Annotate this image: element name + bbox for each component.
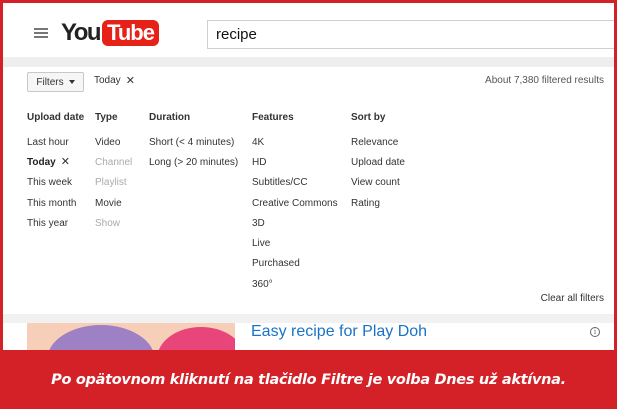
sort-option-view-count[interactable]: View count (351, 173, 405, 193)
filter-bar: Filters Today ✕ About 7,380 filtered res… (3, 67, 614, 97)
filter-option-channel: Channel (95, 156, 133, 168)
sort-option-relevance[interactable]: Relevance (351, 132, 405, 152)
filter-column-heading: Duration (149, 112, 191, 123)
filter-option-short[interactable]: Short (< 4 minutes) (149, 132, 238, 152)
sort-option-upload-date[interactable]: Upload date (351, 152, 405, 172)
filter-option-show: Show (95, 217, 121, 229)
active-filter-chip[interactable]: Today ✕ (94, 75, 135, 86)
filter-column-heading: Type (95, 112, 118, 123)
filter-option-subtitles[interactable]: Subtitles/CC (252, 173, 338, 193)
search-input[interactable] (207, 20, 614, 49)
filter-option-movie[interactable]: Movie (95, 193, 132, 213)
filter-option-video[interactable]: Video (95, 132, 132, 152)
filter-column-upload-date: Upload date Last hour Today ✕ This week T… (27, 112, 84, 233)
caret-down-icon (68, 80, 75, 84)
filter-column-duration: Duration Short (< 4 minutes) Long (> 20 … (149, 112, 238, 173)
filters-button-label: Filters (36, 76, 64, 88)
filter-option-playlist: Playlist (95, 177, 127, 189)
filter-column-type: Type Video Channel Playlist Movie Show (95, 112, 132, 233)
caption-banner: Po opätovnom kliknutí na tlačidlo Filtre… (0, 350, 617, 409)
video-title-link[interactable]: Easy recipe for Play Doh (251, 323, 427, 341)
filter-column-heading: Upload date (27, 112, 85, 123)
filters-button[interactable]: Filters (27, 72, 84, 92)
filter-option-live[interactable]: Live (252, 233, 338, 253)
filter-option-hd[interactable]: HD (252, 152, 338, 172)
masthead: You Tube (3, 3, 614, 57)
caption-text: Po opätovnom kliknutí na tlačidlo Filtre… (51, 371, 566, 388)
filter-option-long[interactable]: Long (> 20 minutes) (149, 152, 238, 172)
browser-frame: You Tube Filters Today ✕ About 7,380 fil… (0, 0, 617, 409)
filter-option-this-month[interactable]: This month (27, 193, 84, 213)
filter-option-this-year[interactable]: This year (27, 213, 84, 233)
filter-column-heading: Features (252, 112, 294, 123)
logo-tube-text: Tube (102, 20, 159, 46)
header-divider (3, 57, 614, 67)
results-count: About 7,380 filtered results (485, 75, 604, 86)
youtube-logo[interactable]: You Tube (61, 19, 159, 46)
active-filter-label: Today (94, 75, 121, 86)
filter-column-features: Features 4K HD Subtitles/CC Creative Com… (252, 112, 338, 294)
thumbnail-purple-dough (47, 325, 155, 353)
filter-option-3d[interactable]: 3D (252, 213, 338, 233)
filter-column-sort-by: Sort by Relevance Upload date View count… (351, 112, 405, 213)
video-thumbnail[interactable] (27, 323, 235, 353)
hamburger-menu-icon[interactable] (34, 28, 48, 38)
filter-option-4k[interactable]: 4K (252, 132, 338, 152)
close-icon[interactable]: ✕ (126, 75, 135, 86)
filter-option-purchased[interactable]: Purchased (252, 254, 338, 274)
filter-option-360[interactable]: 360° (252, 274, 338, 294)
info-icon[interactable]: i (590, 327, 600, 337)
close-icon[interactable]: ✕ (61, 157, 70, 168)
filter-option-this-week[interactable]: This week (27, 173, 84, 193)
filter-option-last-hour[interactable]: Last hour (27, 132, 84, 152)
filter-option-creative-commons[interactable]: Creative Commons (252, 193, 338, 213)
filter-option-today[interactable]: Today ✕ (27, 152, 84, 172)
results-divider (3, 314, 614, 323)
filter-column-heading: Sort by (351, 112, 386, 123)
sort-option-rating[interactable]: Rating (351, 193, 405, 213)
logo-you-text: You (61, 19, 102, 46)
clear-all-filters-link[interactable]: Clear all filters (541, 293, 604, 304)
